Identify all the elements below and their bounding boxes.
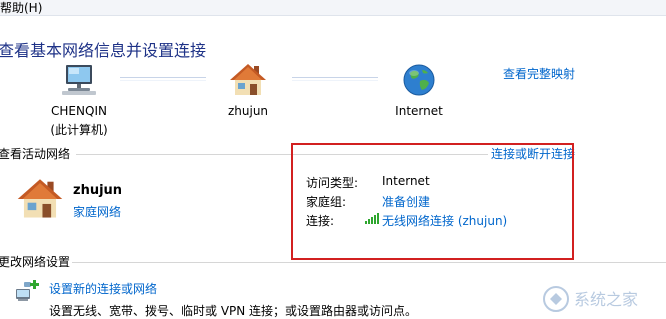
node-label-home: zhujun: [227, 104, 269, 118]
home-network-icon: [15, 178, 65, 220]
highlight-box: [291, 143, 574, 260]
node-label-internet: Internet: [395, 104, 443, 118]
menu-bar: 帮助(H): [0, 0, 666, 16]
map-connector-1: [120, 77, 206, 81]
menu-help[interactable]: 帮助(H): [0, 0, 42, 16]
page-title: 查看基本网络信息并设置连接: [0, 41, 207, 60]
globe-icon: [402, 63, 436, 97]
network-type-link[interactable]: 家庭网络: [73, 203, 121, 220]
node-label-computer: CHENQIN: [51, 104, 107, 118]
map-connector-2: [292, 77, 378, 81]
view-full-map-link[interactable]: 查看完整映射: [503, 65, 575, 82]
setup-new-connection-link[interactable]: 设置新的连接或网络: [49, 280, 157, 297]
active-networks-header: 查看活动网络: [0, 147, 71, 161]
house-icon: [229, 63, 267, 97]
new-connection-icon: [15, 279, 41, 303]
setup-description: 设置无线、宽带、拨号、临时或 VPN 连接；或设置路由器或访问点。: [49, 304, 418, 318]
watermark-logo: 系统之家: [542, 284, 662, 317]
network-name: zhujun: [73, 183, 123, 198]
node-sublabel-computer: (此计算机): [50, 123, 108, 137]
change-settings-header: 更改网络设置: [0, 255, 71, 269]
section-divider: [72, 262, 666, 263]
computer-icon: [60, 64, 98, 96]
svg-text:系统之家: 系统之家: [574, 290, 638, 309]
